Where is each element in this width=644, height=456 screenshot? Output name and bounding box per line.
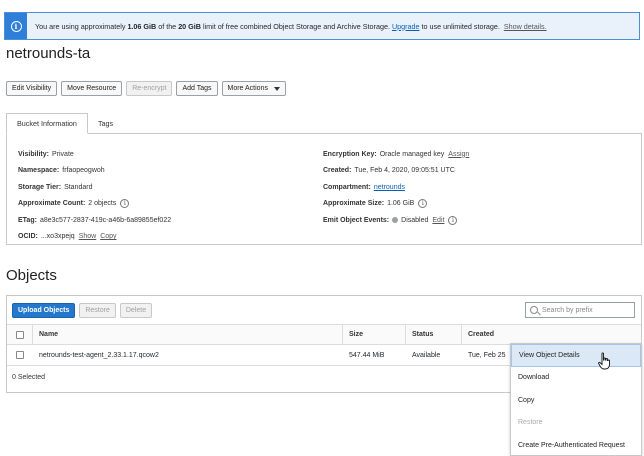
show-details-link[interactable]: Show details. — [504, 22, 547, 31]
delete-button[interactable]: Delete — [119, 303, 153, 318]
selection-count: 0 Selected — [12, 374, 46, 381]
menu-item-copy[interactable]: Copy — [511, 389, 641, 412]
approx-count-label: Approximate Count: — [18, 200, 86, 208]
visibility-row: Visibility: Private — [18, 146, 171, 163]
emit-events-label: Emit Object Events: — [323, 216, 390, 224]
storage-tier-row: Storage Tier: Standard — [18, 179, 171, 196]
object-status: Available — [412, 351, 441, 359]
search-placeholder: Search by prefix — [542, 306, 593, 314]
etag-label: ETag: — [18, 216, 37, 224]
ocid-value: ...xo3xpejq — [40, 233, 75, 241]
namespace-label: Namespace: — [18, 167, 60, 175]
created-label: Created: — [323, 167, 352, 175]
banner-text: You are using approximately — [35, 21, 128, 31]
encryption-key-row: Encryption Key: Oracle managed key Assig… — [323, 146, 469, 163]
emit-events-row: Emit Object Events: Disabled Edit i — [323, 212, 469, 229]
banner-usage: 1.06 GiB — [127, 21, 157, 31]
storage-tier-value: Standard — [64, 183, 93, 191]
ocid-row: OCID: ...xo3xpejq Show Copy — [18, 229, 171, 246]
menu-item-view-object-details[interactable]: View Object Details — [511, 344, 641, 367]
info-icon[interactable]: i — [120, 199, 130, 209]
menu-item-download[interactable]: Download — [511, 367, 641, 390]
info-icon[interactable]: i — [418, 199, 428, 209]
caret-down-icon — [273, 86, 280, 91]
select-all-cell — [7, 325, 33, 344]
info-right-column: Encryption Key: Oracle managed key Assig… — [323, 146, 469, 229]
assign-link[interactable]: Assign — [448, 151, 469, 158]
select-all-checkbox[interactable] — [15, 330, 24, 339]
namespace-row: Namespace: frfaopeogwoh — [18, 163, 171, 180]
banner-message: You are using approximately 1.06 GiB of … — [27, 22, 547, 31]
etag-value: a8e3c577-2837-419c-a46b-6a89855ef022 — [39, 216, 172, 224]
search-icon — [530, 306, 538, 314]
column-created[interactable]: Created — [462, 325, 641, 344]
object-name: netrounds-test-agent_2.33.1.17.qcow2 — [39, 351, 159, 359]
encryption-key-value: Oracle managed key — [379, 150, 445, 158]
add-tags-button[interactable]: Add Tags — [176, 81, 218, 96]
search-input[interactable]: Search by prefix — [525, 302, 635, 318]
restore-button[interactable]: Restore — [79, 303, 116, 318]
column-name[interactable]: Name — [33, 325, 343, 344]
objects-title: Objects — [6, 267, 57, 284]
banner-text: to use unlimited storage. — [419, 21, 500, 31]
approx-count-value: 2 objects — [88, 200, 117, 208]
object-context-menu: View Object Details Download Copy Restor… — [510, 343, 642, 456]
approx-size-row: Approximate Size: 1.06 GiB i — [323, 196, 469, 213]
table-header: Name Size Status Created — [7, 324, 641, 345]
info-icon-box: i — [5, 13, 27, 39]
banner-text: of the — [156, 21, 179, 31]
move-resource-button[interactable]: Move Resource — [61, 81, 123, 96]
row-select-cell — [7, 345, 33, 365]
banner-limit: 20 GiB — [178, 21, 201, 31]
menu-item-restore[interactable]: Restore — [511, 412, 641, 435]
approx-count-row: Approximate Count: 2 objects i — [18, 196, 171, 213]
bucket-toolbar: Edit Visibility Move Resource Re-encrypt… — [6, 81, 286, 96]
tab-bucket-information[interactable]: Bucket Information — [6, 113, 88, 134]
banner-text: limit of free combined Object Storage an… — [200, 21, 392, 31]
storage-tier-label: Storage Tier: — [18, 183, 62, 191]
page-title: netrounds-ta — [6, 45, 91, 62]
edit-visibility-button[interactable]: Edit Visibility — [6, 81, 58, 96]
compartment-link[interactable]: netrounds — [374, 184, 405, 191]
status-dot-icon — [392, 217, 399, 224]
re-encrypt-button[interactable]: Re-encrypt — [126, 81, 173, 96]
bucket-info-panel: Visibility: Private Namespace: frfaopeog… — [6, 133, 642, 245]
objects-toolbar: Upload Objects Restore Delete — [12, 303, 153, 318]
approx-size-value: 1.06 GiB — [387, 200, 415, 208]
etag-row: ETag: a8e3c577-2837-419c-a46b-6a89855ef0… — [18, 212, 171, 229]
visibility-label: Visibility: — [18, 150, 49, 158]
info-icon[interactable]: i — [448, 215, 458, 225]
created-row: Created: Tue, Feb 4, 2020, 09:05:51 UTC — [323, 163, 469, 180]
upgrade-link[interactable]: Upgrade — [392, 22, 420, 31]
upload-objects-button[interactable]: Upload Objects — [12, 303, 76, 318]
tab-bar: Bucket Information Tags — [6, 113, 123, 134]
row-checkbox[interactable] — [16, 351, 24, 359]
more-actions-button[interactable]: More Actions — [221, 81, 286, 96]
column-size[interactable]: Size — [343, 325, 406, 344]
ocid-label: OCID: — [18, 233, 38, 241]
encryption-key-label: Encryption Key: — [323, 150, 377, 158]
edit-events-link[interactable]: Edit — [432, 217, 444, 224]
emit-events-value: Disabled — [401, 216, 429, 224]
compartment-label: Compartment: — [323, 183, 371, 191]
more-actions-label: More Actions — [227, 85, 268, 92]
ocid-copy-link[interactable]: Copy — [100, 233, 116, 240]
column-status[interactable]: Status — [406, 325, 462, 344]
ocid-show-link[interactable]: Show — [79, 233, 97, 240]
info-left-column: Visibility: Private Namespace: frfaopeog… — [18, 146, 171, 245]
namespace-value: frfaopeogwoh — [62, 167, 105, 175]
menu-item-create-par[interactable]: Create Pre-Authenticated Request — [511, 434, 641, 456]
created-value: Tue, Feb 4, 2020, 09:05:51 UTC — [354, 167, 455, 175]
visibility-value: Private — [52, 150, 74, 158]
hand-cursor-icon — [598, 352, 610, 370]
storage-usage-banner: i You are using approximately 1.06 GiB o… — [4, 12, 640, 40]
object-size: 547.44 MiB — [349, 351, 385, 359]
tab-tags[interactable]: Tags — [88, 113, 123, 134]
approx-size-label: Approximate Size: — [323, 200, 385, 208]
info-icon: i — [10, 20, 22, 32]
compartment-row: Compartment: netrounds — [323, 179, 469, 196]
